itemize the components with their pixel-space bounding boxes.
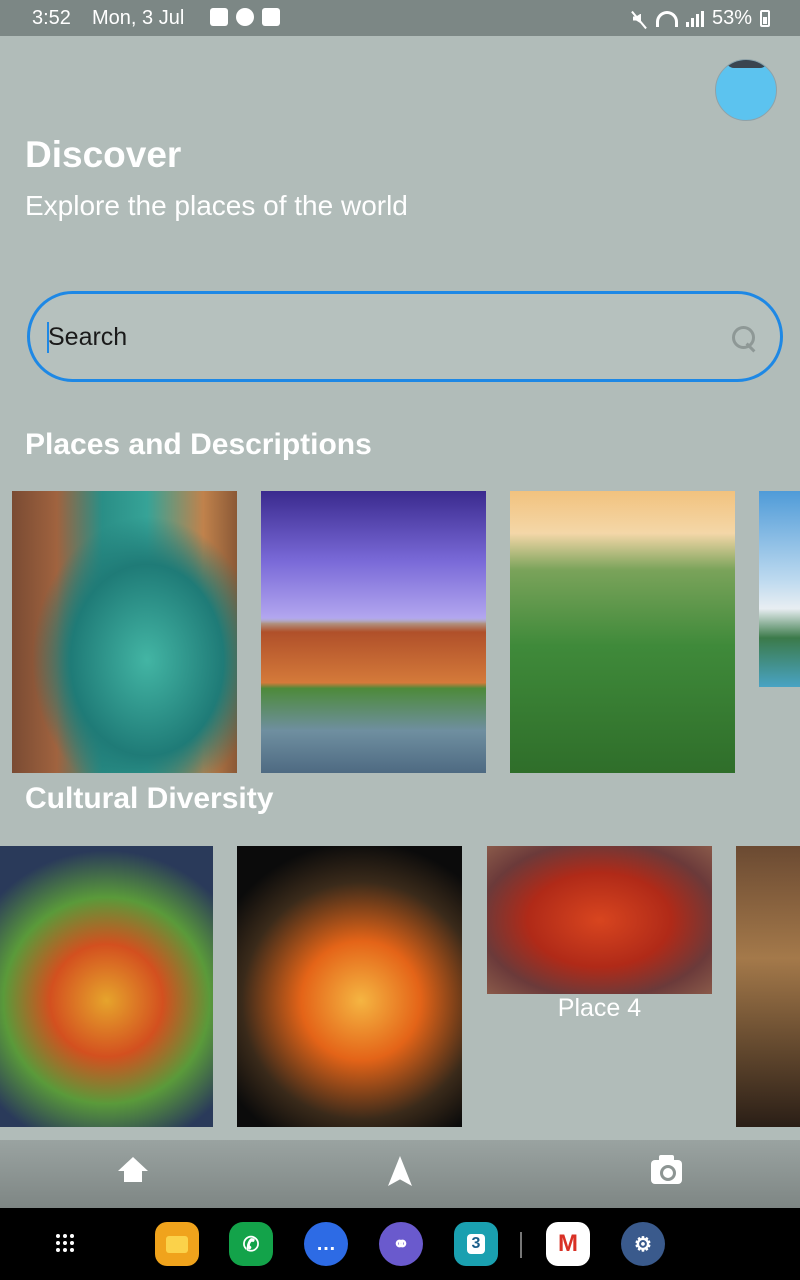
status-bar: 3:52 Mon, 3 Jul 53% — [0, 0, 800, 36]
settings-app-icon[interactable]: ⚙ — [621, 1222, 665, 1266]
culture-card-festival[interactable] — [736, 846, 800, 1127]
page-subtitle: Explore the places of the world — [25, 190, 408, 221]
internet-app-icon[interactable]: ⚭ — [379, 1222, 423, 1266]
culture-card-image — [487, 846, 712, 994]
phone-app-icon[interactable]: ✆ — [229, 1222, 273, 1266]
app-drawer-icon[interactable] — [56, 1234, 74, 1252]
calendar-app-icon[interactable]: 3 — [454, 1222, 498, 1266]
calendar-day: 3 — [466, 1234, 486, 1254]
pinwheel-notification-icon — [236, 8, 254, 26]
navigation-icon[interactable] — [388, 1156, 412, 1186]
gmail-app-icon[interactable]: M — [546, 1222, 590, 1266]
status-time: 3:52 — [32, 7, 71, 29]
gallery-notification-icon — [210, 8, 228, 26]
battery-icon — [760, 10, 770, 27]
culture-card-carnival[interactable] — [0, 846, 213, 1127]
place-card-great-wall[interactable] — [510, 491, 735, 773]
culture-card-nebuta[interactable] — [237, 846, 462, 1127]
card-label: Place 4 — [557, 994, 642, 1022]
home-icon[interactable] — [118, 1157, 148, 1185]
signal-icon — [685, 10, 704, 27]
battery-percent: 53% — [711, 7, 752, 29]
place-card-venice[interactable] — [12, 491, 237, 773]
culture-card-place-4[interactable]: Place 4 — [487, 846, 712, 1046]
search-bar[interactable] — [27, 291, 783, 382]
page-title: Discover — [25, 134, 182, 175]
system-taskbar: ✆ … ⚭ 3 M ⚙ — [0, 1208, 800, 1280]
wifi-icon — [655, 10, 678, 27]
check-notification-icon — [262, 8, 280, 26]
cultural-section-title: Cultural Diversity — [25, 782, 274, 815]
taskbar-divider — [520, 1232, 522, 1258]
status-date: Mon, 3 Jul — [92, 7, 185, 29]
places-section-title: Places and Descriptions — [25, 428, 372, 461]
system-status: 53% — [630, 7, 770, 30]
notification-icons — [210, 8, 280, 26]
messages-app-icon[interactable]: … — [304, 1222, 348, 1266]
profile-avatar[interactable] — [715, 59, 777, 121]
culture-card-caption: Place 4 — [487, 994, 712, 1034]
files-app-icon[interactable] — [155, 1222, 199, 1266]
place-card-colosseum[interactable] — [261, 491, 486, 773]
place-card-taj-mahal[interactable] — [759, 491, 800, 687]
mute-icon — [630, 10, 648, 28]
search-input[interactable] — [48, 316, 708, 358]
camera-icon[interactable] — [651, 1155, 682, 1184]
bottom-navigation — [0, 1140, 800, 1208]
search-icon[interactable] — [732, 326, 758, 352]
